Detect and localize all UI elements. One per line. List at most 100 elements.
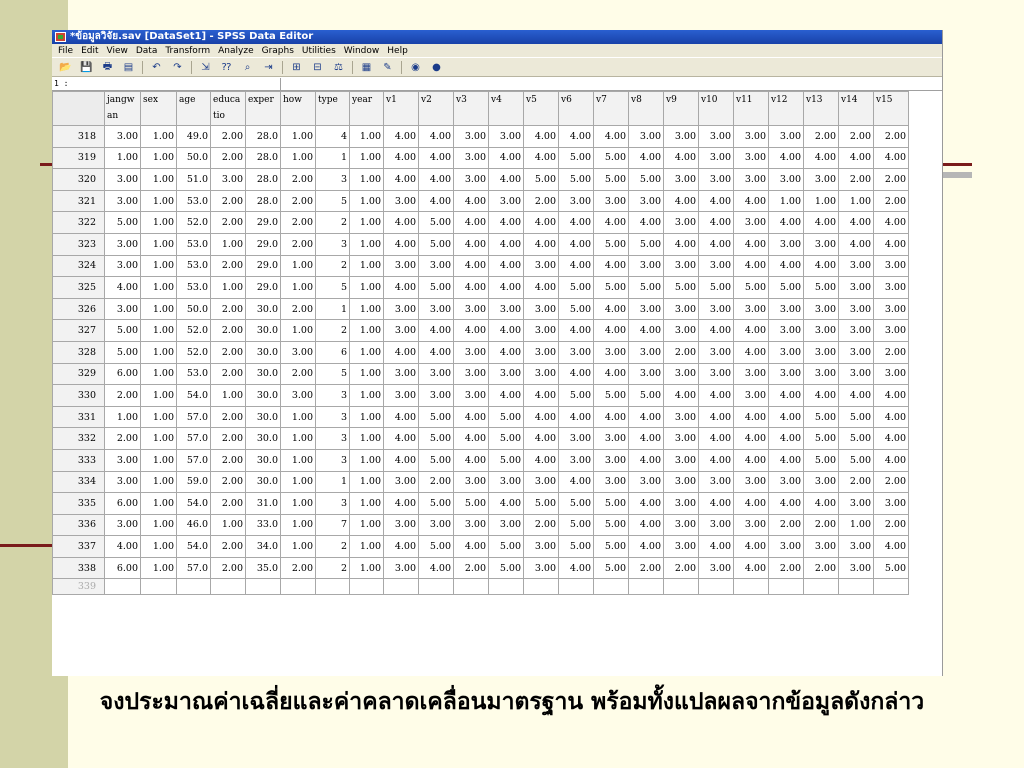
cell-v13[interactable]: 3.00 — [803, 470, 839, 494]
cell-year[interactable]: 1.00 — [349, 297, 384, 321]
cell-type[interactable]: 1 — [315, 146, 350, 170]
cell-v3[interactable]: 3.00 — [453, 146, 489, 170]
cell-v14[interactable]: 3.00 — [838, 254, 874, 278]
cell-v10[interactable]: 4.00 — [698, 448, 734, 472]
cell-v13[interactable]: 5.00 — [803, 405, 839, 429]
cell-exper[interactable]: 29.0 — [245, 211, 281, 234]
cell-v6[interactable]: 5.00 — [558, 168, 594, 191]
cell-type[interactable]: 2 — [315, 211, 350, 234]
cell-v1[interactable]: 4.00 — [383, 448, 419, 472]
cell-v11[interactable] — [733, 578, 769, 596]
cell-educatio[interactable]: 1.00 — [210, 276, 246, 299]
cell-year[interactable]: 1.00 — [349, 189, 384, 213]
cell-v4[interactable]: 4.00 — [488, 276, 524, 299]
cell-age[interactable]: 53.0 — [176, 362, 211, 386]
cell-year[interactable]: 1.00 — [349, 427, 384, 450]
cell-type[interactable]: 3 — [315, 492, 350, 515]
cell-educatio[interactable]: 2.00 — [210, 211, 246, 234]
column-header-v13[interactable]: v13 — [803, 91, 839, 126]
cell-v7[interactable]: 3.00 — [593, 189, 629, 213]
cell-jangwan[interactable]: 3.00 — [104, 448, 141, 472]
cell-v8[interactable]: 3.00 — [628, 254, 664, 278]
cell-v2[interactable]: 5.00 — [418, 232, 454, 256]
cell-v5[interactable]: 3.00 — [523, 470, 559, 494]
cell-v9[interactable]: 3.00 — [663, 125, 699, 148]
cell-v14[interactable]: 2.00 — [838, 470, 874, 494]
cell-v3[interactable]: 4.00 — [453, 319, 489, 342]
cell-jangwan[interactable]: 3.00 — [104, 254, 141, 278]
cell-v9[interactable]: 3.00 — [663, 297, 699, 321]
row-number[interactable]: 335 — [52, 492, 105, 515]
cell-age[interactable]: 57.0 — [176, 448, 211, 472]
cell-sex[interactable]: 1.00 — [140, 189, 177, 213]
cell-v8[interactable]: 2.00 — [628, 556, 664, 580]
cell-v14[interactable]: 3.00 — [838, 276, 874, 299]
cell-v15[interactable]: 3.00 — [873, 362, 909, 386]
cell-v2[interactable]: 5.00 — [418, 448, 454, 472]
cell-v2[interactable]: 3.00 — [418, 513, 454, 537]
cell-v7[interactable]: 5.00 — [593, 492, 629, 515]
cell-educatio[interactable]: 2.00 — [210, 297, 246, 321]
cell-v11[interactable]: 4.00 — [733, 254, 769, 278]
cell-exper[interactable]: 35.0 — [245, 556, 281, 580]
cell-exper[interactable]: 30.0 — [245, 297, 281, 321]
cell-v4[interactable]: 3.00 — [488, 125, 524, 148]
cell-v11[interactable]: 3.00 — [733, 146, 769, 170]
cell-v9[interactable]: 3.00 — [663, 535, 699, 558]
cell-v14[interactable]: 5.00 — [838, 448, 874, 472]
cell-v14[interactable]: 5.00 — [838, 405, 874, 429]
cell-v14[interactable]: 3.00 — [838, 492, 874, 515]
cell-sex[interactable]: 1.00 — [140, 340, 177, 364]
cell-type[interactable]: 2 — [315, 254, 350, 278]
cell-v2[interactable]: 4.00 — [418, 189, 454, 213]
cell-v2[interactable]: 4.00 — [418, 168, 454, 191]
cell-v10[interactable]: 4.00 — [698, 189, 734, 213]
cell-v2[interactable]: 4.00 — [418, 146, 454, 170]
cell-v1[interactable]: 3.00 — [383, 556, 419, 580]
cell-v8[interactable]: 3.00 — [628, 189, 664, 213]
cell-v4[interactable]: 4.00 — [488, 340, 524, 364]
cell-v6[interactable]: 4.00 — [558, 405, 594, 429]
cell-v13[interactable]: 3.00 — [803, 168, 839, 191]
cell-v4[interactable]: 5.00 — [488, 556, 524, 580]
cell-v11[interactable]: 4.00 — [733, 448, 769, 472]
cell-v4[interactable]: 4.00 — [488, 492, 524, 515]
find-icon[interactable]: ⌕ — [237, 60, 258, 75]
cell-v10[interactable]: 3.00 — [698, 556, 734, 580]
cell-v12[interactable]: 4.00 — [768, 492, 804, 515]
cell-type[interactable]: 2 — [315, 556, 350, 580]
cell-year[interactable]: 1.00 — [349, 254, 384, 278]
undo-icon[interactable]: ↶ — [146, 60, 167, 75]
cell-educatio[interactable]: 2.00 — [210, 427, 246, 450]
cell-v3[interactable]: 4.00 — [453, 254, 489, 278]
cell-v3[interactable]: 3.00 — [453, 297, 489, 321]
cell-v13[interactable]: 4.00 — [803, 492, 839, 515]
cell-v1[interactable]: 3.00 — [383, 297, 419, 321]
cell-how[interactable]: 3.00 — [280, 340, 316, 364]
cell-v12[interactable]: 3.00 — [768, 297, 804, 321]
cell-v4[interactable]: 5.00 — [488, 448, 524, 472]
cell-v10[interactable]: 4.00 — [698, 427, 734, 450]
cell-how[interactable] — [280, 578, 316, 596]
cell-v13[interactable]: 2.00 — [803, 125, 839, 148]
cell-v4[interactable]: 3.00 — [488, 470, 524, 494]
cell-v2[interactable]: 2.00 — [418, 470, 454, 494]
grid-corner[interactable] — [52, 91, 105, 126]
cell-v4[interactable]: 3.00 — [488, 297, 524, 321]
cell-type[interactable]: 3 — [315, 232, 350, 256]
cell-v3[interactable]: 3.00 — [453, 125, 489, 148]
cell-v9[interactable]: 4.00 — [663, 189, 699, 213]
cell-v7[interactable]: 4.00 — [593, 125, 629, 148]
cell-type[interactable]: 3 — [315, 448, 350, 472]
cell-v14[interactable]: 3.00 — [838, 535, 874, 558]
cell-v3[interactable]: 3.00 — [453, 384, 489, 407]
cell-v8[interactable]: 3.00 — [628, 297, 664, 321]
cell-v14[interactable]: 1.00 — [838, 513, 874, 537]
cell-age[interactable]: 52.0 — [176, 319, 211, 342]
cell-v12[interactable]: 3.00 — [768, 168, 804, 191]
row-number[interactable]: 331 — [52, 405, 105, 429]
row-number[interactable]: 332 — [52, 427, 105, 450]
cell-v4[interactable]: 3.00 — [488, 362, 524, 386]
cell-how[interactable]: 1.00 — [280, 535, 316, 558]
cell-sex[interactable]: 1.00 — [140, 427, 177, 450]
